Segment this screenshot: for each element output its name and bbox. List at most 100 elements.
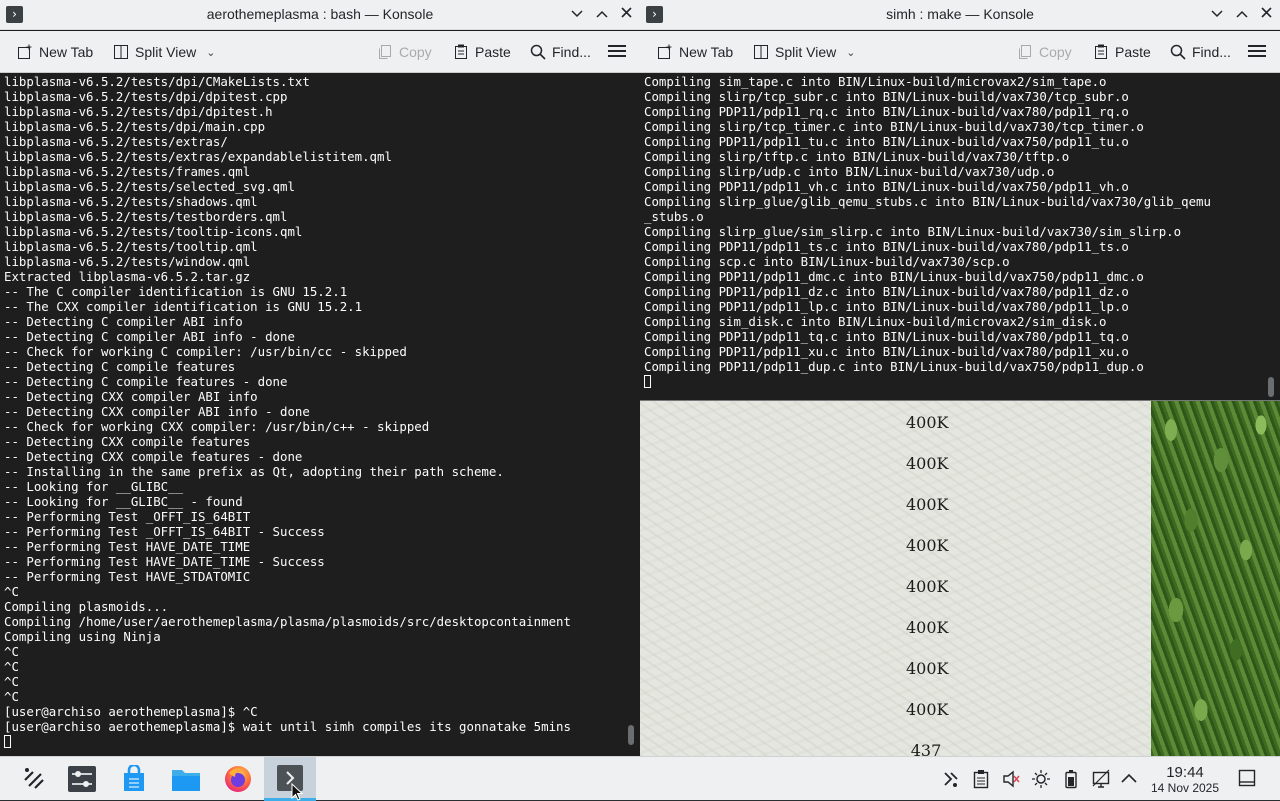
app-launcher-icon — [24, 768, 44, 789]
terminal-line: Compiling PDP11/pdp11_dmc.c into BIN/Lin… — [644, 269, 1144, 284]
split-view-button[interactable]: Split View ⌄ — [113, 40, 215, 64]
maximize-button[interactable] — [1232, 4, 1252, 24]
terminal-line: Compiling PDP11/pdp11_vh.c into BIN/Linu… — [644, 179, 1129, 194]
clock-time: 19:44 — [1166, 764, 1204, 781]
taskbar-discover[interactable] — [108, 757, 160, 801]
terminal-line: -- Detecting C compiler ABI info — [4, 314, 243, 329]
search-icon — [1170, 44, 1186, 60]
network-icon — [1092, 769, 1110, 788]
window-title: aerothemeplasma : bash — Konsole — [206, 6, 434, 22]
find-button[interactable]: Find... — [1170, 40, 1231, 64]
paste-button[interactable]: Paste — [453, 40, 511, 64]
terminal-line: -- Performing Test _OFFT_IS_64BIT — [4, 509, 251, 524]
konsole-window-simh[interactable]: › simh : make — Konsole New Tab Split Vi… — [640, 0, 1280, 401]
paste-icon — [1095, 44, 1107, 59]
terminal-line: Compiling slirp/tftp.c into BIN/Linux-bu… — [644, 149, 1070, 164]
find-label: Find... — [552, 44, 591, 60]
copy-button[interactable]: Copy — [1017, 40, 1072, 64]
terminal-line: -- The C compiler identification is GNU … — [4, 284, 348, 299]
taskbar-konsole[interactable] — [264, 757, 316, 801]
close-icon — [1260, 7, 1272, 18]
size-label: 400K — [906, 413, 949, 432]
split-view-button[interactable]: Split View ⌄ — [753, 40, 855, 64]
wallpaper-paper: 400K 400K 400K 400K 400K 400K 400K 400K … — [640, 400, 1151, 756]
system-settings-icon — [68, 766, 96, 792]
battery-tray[interactable] — [1062, 769, 1080, 789]
terminal-prompt-line[interactable] — [644, 374, 1276, 389]
close-button[interactable] — [616, 4, 636, 24]
new-tab-label: New Tab — [39, 44, 94, 60]
terminal-line: [user@archiso aerothemeplasma]$ ^C — [4, 704, 258, 719]
show-desktop-button[interactable] — [1238, 769, 1256, 789]
terminal-scrollbar[interactable] — [628, 725, 634, 745]
terminal-line: libplasma-v6.5.2/tests/dpi/dpitest.h — [4, 104, 273, 119]
brightness-icon — [1032, 770, 1050, 788]
minimize-button[interactable] — [1207, 4, 1227, 24]
kde-connect-tray[interactable] — [942, 769, 960, 789]
terminal-line: -- Performing Test HAVE_DATE_TIME — [4, 539, 251, 554]
terminal-line: libplasma-v6.5.2/tests/extras/ — [4, 134, 228, 149]
search-icon — [530, 44, 546, 60]
terminal-line: -- Installing in the same prefix as Qt, … — [4, 464, 504, 479]
minimize-button[interactable] — [567, 4, 587, 24]
new-tab-button[interactable]: New Tab — [657, 40, 733, 64]
volume-tray[interactable] — [1002, 769, 1020, 789]
terminal-line: -- Check for working CXX compiler: /usr/… — [4, 419, 430, 434]
terminal-line: -- Looking for __GLIBC__ - found — [4, 494, 243, 509]
paste-icon — [455, 44, 467, 59]
network-tray[interactable] — [1092, 769, 1110, 789]
size-label: 400K — [906, 495, 949, 514]
close-button[interactable] — [1256, 4, 1276, 24]
terminal-line: Compiling PDP11/pdp11_dz.c into BIN/Linu… — [644, 284, 1129, 299]
find-button[interactable]: Find... — [530, 40, 591, 64]
terminal-line: Compiling plasmoids... — [4, 599, 169, 614]
terminal-prompt-line[interactable] — [4, 734, 636, 749]
konsole-window-bash[interactable]: › aerothemeplasma : bash — Konsole New T… — [0, 0, 640, 756]
terminal-line: libplasma-v6.5.2/tests/selected_svg.qml — [4, 179, 295, 194]
terminal-scrollbar[interactable] — [1268, 377, 1274, 397]
app-launcher-button[interactable] — [8, 757, 60, 801]
taskbar-system-settings[interactable] — [56, 757, 108, 801]
digital-clock[interactable]: 19:44 14 Nov 2025 — [1146, 764, 1224, 795]
terminal-line: Compiling sim_disk.c into BIN/Linux-buil… — [644, 314, 1107, 329]
brightness-tray[interactable] — [1032, 769, 1050, 789]
terminal-line: ^C — [4, 674, 19, 689]
expand-tray-button[interactable] — [1120, 769, 1138, 789]
hamburger-menu-icon[interactable] — [1248, 42, 1266, 58]
split-view-icon — [754, 45, 768, 59]
new-tab-button[interactable]: New Tab — [17, 40, 93, 64]
maximize-button[interactable] — [592, 4, 612, 24]
size-label: 400K — [906, 659, 949, 678]
taskbar-firefox[interactable] — [212, 757, 264, 801]
terminal-line: -- Detecting CXX compile features — [4, 434, 251, 449]
copy-button[interactable]: Copy — [377, 40, 432, 64]
taskbar-file-manager[interactable] — [160, 757, 212, 801]
chevron-down-icon — [1211, 10, 1223, 18]
terminal-output[interactable]: Compiling sim_tape.c into BIN/Linux-buil… — [640, 74, 1280, 400]
split-view-label: Split View — [135, 44, 197, 60]
terminal-line: libplasma-v6.5.2/tests/window.qml — [4, 254, 251, 269]
titlebar[interactable]: › simh : make — Konsole — [640, 0, 1280, 30]
show-desktop-icon — [1238, 769, 1256, 787]
toolbar: New Tab Split View ⌄ Copy Paste Find... — [640, 31, 1280, 73]
taskbar: 19:44 14 Nov 2025 — [0, 756, 1280, 801]
terminal-line: _stubs.o — [644, 209, 704, 224]
terminal-line: libplasma-v6.5.2/tests/extras/expandable… — [4, 149, 392, 164]
terminal-line: -- Detecting C compile features — [4, 359, 236, 374]
terminal-line: libplasma-v6.5.2/tests/dpi/dpitest.cpp — [4, 89, 288, 104]
split-view-label: Split View — [775, 44, 837, 60]
paste-label: Paste — [1115, 44, 1151, 60]
terminal-line: Compiling /home/user/aerothemeplasma/pla… — [4, 614, 571, 629]
titlebar[interactable]: › aerothemeplasma : bash — Konsole — [0, 0, 640, 30]
discover-icon — [124, 765, 144, 791]
clipboard-tray[interactable] — [972, 769, 990, 789]
paste-button[interactable]: Paste — [1093, 40, 1151, 64]
terminal-line: [user@archiso aerothemeplasma]$ wait unt… — [4, 719, 571, 734]
terminal-line: libplasma-v6.5.2/tests/dpi/main.cpp — [4, 119, 266, 134]
terminal-output[interactable]: libplasma-v6.5.2/tests/dpi/CMakeLists.tx… — [0, 74, 640, 756]
copy-label: Copy — [399, 44, 432, 60]
terminal-line: ^C — [4, 659, 19, 674]
clipboard-icon — [973, 770, 989, 789]
terminal-line: Compiling PDP11/pdp11_ts.c into BIN/Linu… — [644, 239, 1129, 254]
hamburger-menu-icon[interactable] — [608, 42, 626, 58]
